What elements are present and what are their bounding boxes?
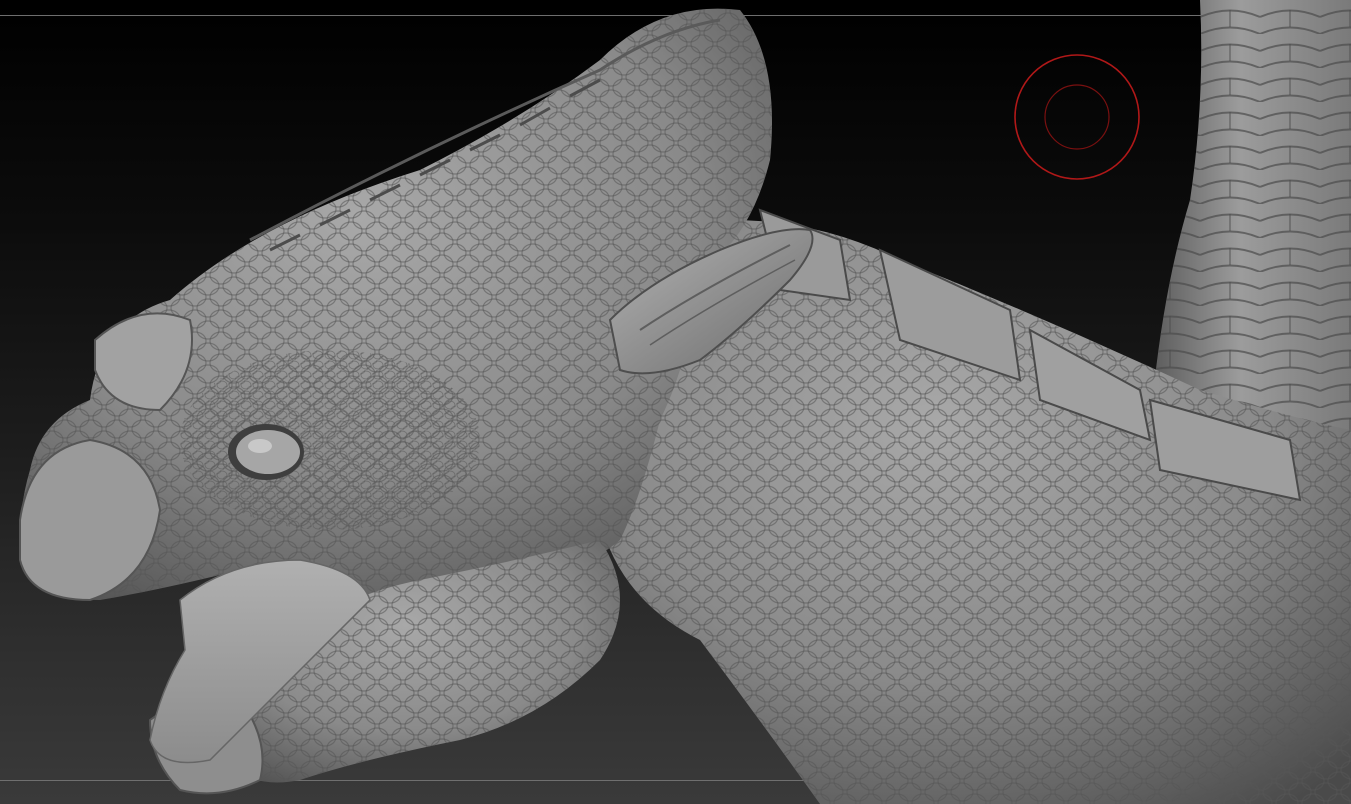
3d-viewport-canvas[interactable] [0,0,1351,804]
brush-draw-size-circle-icon [1014,54,1140,180]
sculpted-dragon-model[interactable] [0,0,1351,804]
dragon-eye [236,430,300,474]
